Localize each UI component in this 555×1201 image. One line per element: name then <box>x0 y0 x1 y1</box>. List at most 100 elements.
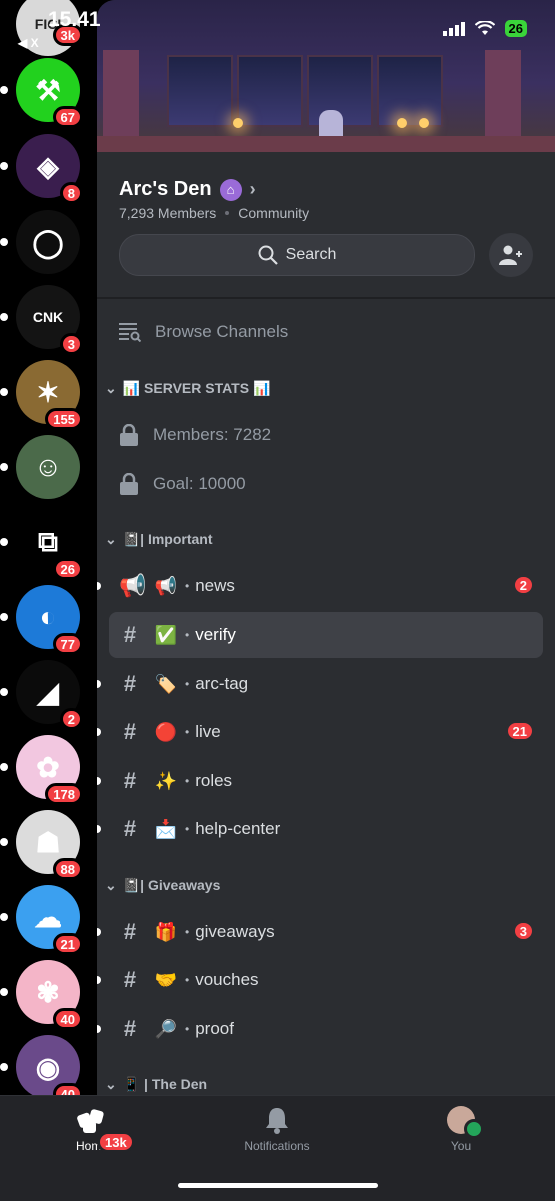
server-icon[interactable]: ☗ 88 <box>0 810 83 880</box>
battery-level: 26 <box>504 20 527 37</box>
locked-hashtag-icon: # <box>123 719 137 744</box>
invite-button[interactable] <box>489 233 533 277</box>
browse-channels-button[interactable]: Browse Channels <box>119 322 288 342</box>
channel-emoji: 📩 <box>154 818 178 839</box>
server-badge: 40 <box>52 1083 83 1095</box>
unread-pill <box>0 538 8 546</box>
channel-emoji: 🎁 <box>154 921 178 942</box>
banner-window-1 <box>167 55 233 127</box>
category-server-stats[interactable]: ⌄ 📊 SERVER STATS 📊 <box>105 380 270 397</box>
channel-separator: • <box>185 677 190 691</box>
server-icon[interactable]: ⚒ 67 <box>0 58 83 128</box>
channel-verify[interactable]: # ✅ • verify <box>109 612 543 658</box>
channel-members-stat[interactable]: Members: 7282 <box>119 424 271 446</box>
browse-channels-label: Browse Channels <box>155 322 289 341</box>
tab-home[interactable]: Home 13k <box>22 1106 162 1153</box>
server-icon[interactable]: ✿ 178 <box>0 735 83 805</box>
unread-indicator <box>97 777 101 785</box>
tab-notifications[interactable]: Notifications <box>207 1106 347 1153</box>
server-icon[interactable]: ◉ 40 <box>0 1035 83 1095</box>
banner-window-4 <box>377 55 443 127</box>
unread-pill <box>0 313 8 321</box>
hashtag-icon: # <box>123 671 137 696</box>
hashtag-icon: # <box>123 919 137 944</box>
status-icons: 26 <box>442 20 527 37</box>
channel-separator: • <box>185 725 190 739</box>
channel-live[interactable]: # 🔴 • live 21 <box>97 709 543 755</box>
server-icon[interactable]: ◯ <box>0 210 80 274</box>
channel-emoji: 🔴 <box>154 721 178 742</box>
home-indicator <box>178 1183 378 1188</box>
category-giveaways[interactable]: ⌄ 📓| Giveaways <box>105 877 220 894</box>
channel-separator: • <box>185 628 190 642</box>
server-icon[interactable]: CNK 3 <box>0 285 83 355</box>
channel-goal-stat[interactable]: Goal: 10000 <box>119 473 246 495</box>
unread-indicator <box>97 582 101 590</box>
banner-shelf <box>97 136 555 152</box>
channel-arc-tag[interactable]: # 🏷️ • arc-tag <box>97 661 543 707</box>
hashtag-icon: # <box>123 816 137 841</box>
channel-emoji: 🤝 <box>154 969 178 990</box>
hashtag-icon: # <box>123 622 137 647</box>
lock-icon <box>120 424 138 446</box>
banner-candle-1 <box>233 118 243 128</box>
category-the-den[interactable]: ⌄ 📱 | The Den <box>105 1076 207 1093</box>
server-name-button[interactable]: Arc's Den ⌂ › <box>119 178 256 201</box>
unread-pill <box>0 1063 8 1071</box>
server-icon[interactable]: ◐ 77 <box>0 585 83 655</box>
server-badge: 8 <box>59 182 83 204</box>
server-icon[interactable]: ◢ 2 <box>0 660 83 730</box>
channel-roles[interactable]: # ✨ • roles <box>97 758 543 804</box>
channel-news[interactable]: 📢 📢 • news 2 <box>97 563 543 609</box>
channel-proof[interactable]: # 🔎 • proof <box>97 1006 543 1052</box>
search-label: Search <box>285 246 337 263</box>
category-label: 📊 SERVER STATS 📊 <box>122 380 271 396</box>
category-label: 📓| Giveaways <box>122 877 221 893</box>
status-bar: 15.41 ◀ X 26 <box>0 0 555 50</box>
chevron-right-icon: › <box>249 179 256 199</box>
server-badge: 2 <box>59 708 83 730</box>
channel-separator: • <box>185 1022 190 1036</box>
unread-pill <box>0 838 8 846</box>
chevron-down-icon: ⌄ <box>105 531 117 547</box>
unread-pill <box>0 688 8 696</box>
channel-giveaways[interactable]: # 🎁 • giveaways 3 <box>97 909 543 955</box>
channel-vouches[interactable]: # 🤝 • vouches <box>97 957 543 1003</box>
member-count: 7,293 Members <box>119 205 217 221</box>
channel-help-center[interactable]: # 📩 • help-center <box>97 806 543 852</box>
server-badge: 21 <box>52 933 83 955</box>
chevron-down-icon: ⌄ <box>105 1076 117 1092</box>
server-avatar: ☺ <box>16 435 80 499</box>
chevron-down-icon: ⌄ <box>105 877 117 893</box>
server-badge: 178 <box>45 783 83 805</box>
unread-pill <box>0 86 8 94</box>
server-icon[interactable]: ◈ 8 <box>0 134 83 204</box>
cellular-signal-icon <box>442 21 465 36</box>
category-label: 📓| Important <box>122 531 213 547</box>
unread-pill <box>0 463 8 471</box>
online-status-dot <box>464 1119 484 1139</box>
server-icon[interactable]: ⧉ 26 <box>0 510 83 580</box>
server-badge: 40 <box>52 1008 83 1030</box>
category-important[interactable]: ⌄ 📓| Important <box>105 531 213 548</box>
server-icon[interactable]: ✾ 40 <box>0 960 83 1030</box>
tab-you[interactable]: You <box>391 1106 531 1153</box>
locked-hashtag-icon: # <box>123 967 137 992</box>
channel-name: live <box>195 722 221 741</box>
category-label: 📱 | The Den <box>122 1076 208 1092</box>
server-icon[interactable]: ☁ 21 <box>0 885 83 955</box>
bell-icon <box>266 1108 288 1134</box>
tab-label: You <box>450 1139 472 1153</box>
browse-channels-icon <box>119 323 141 342</box>
search-button[interactable]: Search <box>119 234 475 276</box>
wifi-icon <box>474 21 495 35</box>
channel-name: giveaways <box>195 922 275 941</box>
banner-window-2 <box>237 55 303 127</box>
boost-icon: ⌂ <box>219 178 242 201</box>
back-to-app-link[interactable]: ◀ X <box>18 36 39 50</box>
server-badge: 3 <box>59 333 83 355</box>
channel-label: Goal: 10000 <box>153 474 246 493</box>
banner-candle-3 <box>419 118 429 128</box>
server-icon[interactable]: ☺ <box>0 435 80 499</box>
server-icon[interactable]: ✶ 155 <box>0 360 83 430</box>
